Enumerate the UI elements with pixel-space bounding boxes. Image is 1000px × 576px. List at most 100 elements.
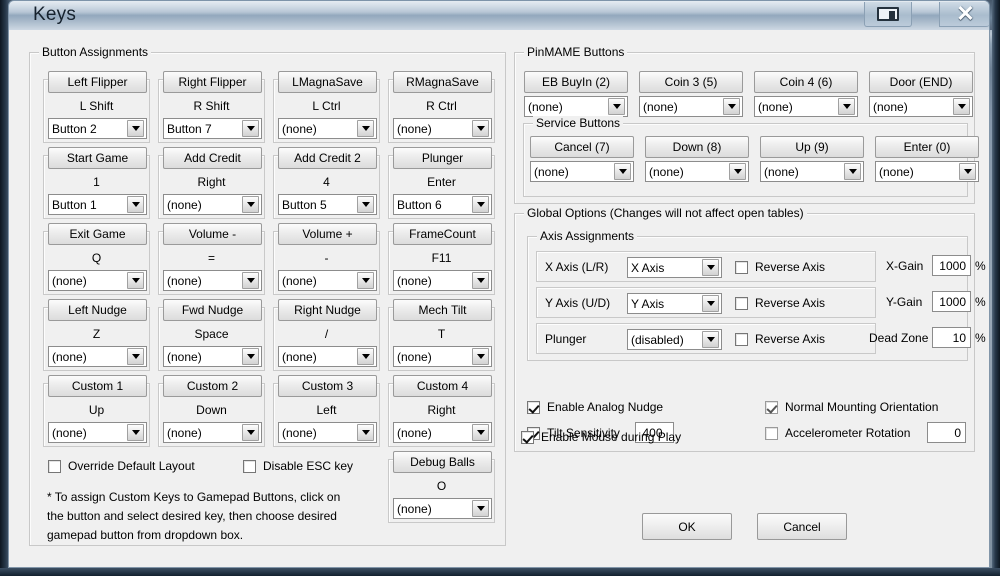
chevron-down-icon[interactable] [472, 348, 489, 365]
chevron-down-icon[interactable] [357, 348, 374, 365]
checkbox-box[interactable] [521, 430, 534, 444]
pinmame-assign-button[interactable]: EB BuyIn (2) [524, 71, 628, 93]
gamepad-binding-select[interactable]: (none) [163, 270, 262, 291]
assign-button[interactable]: Right Flipper [163, 71, 262, 93]
service-assign-button[interactable]: Down (8) [645, 136, 749, 158]
gamepad-binding-select[interactable]: (none) [48, 422, 147, 443]
gamepad-binding-select[interactable]: Button 7 [163, 118, 262, 139]
assign-button[interactable]: Custom 4 [393, 375, 492, 397]
pinmame-assign-button[interactable]: Coin 3 (5) [639, 71, 743, 93]
chevron-down-icon[interactable] [729, 163, 746, 180]
reverse-axis-checkbox[interactable]: Reverse Axis [735, 332, 825, 346]
assign-button[interactable]: Mech Tilt [393, 299, 492, 321]
pinmame-assign-button[interactable]: Door (END) [869, 71, 973, 93]
chevron-down-icon[interactable] [472, 120, 489, 137]
service-assign-button[interactable]: Up (9) [760, 136, 864, 158]
close-window-button[interactable]: ✕ [939, 2, 989, 27]
assign-button[interactable]: RMagnaSave [393, 71, 492, 93]
chevron-down-icon[interactable] [953, 98, 970, 115]
chevron-down-icon[interactable] [127, 120, 144, 137]
assign-button[interactable]: Volume - [163, 223, 262, 245]
dialog-titlebar[interactable]: Keys ✕ [8, 0, 990, 30]
gamepad-binding-select[interactable]: (none) [48, 270, 147, 291]
gamepad-binding-select[interactable]: (none) [163, 422, 262, 443]
chevron-down-icon[interactable] [242, 424, 259, 441]
chevron-down-icon[interactable] [242, 272, 259, 289]
chevron-down-icon[interactable] [357, 272, 374, 289]
checkbox-box[interactable] [243, 459, 256, 473]
assign-button[interactable]: Custom 2 [163, 375, 262, 397]
pinmame-assign-button[interactable]: Coin 4 (6) [754, 71, 858, 93]
service-binding-select[interactable]: (none) [875, 161, 979, 182]
axis-source-select[interactable]: (disabled) [627, 329, 722, 350]
assign-button[interactable]: Custom 3 [278, 375, 377, 397]
chevron-down-icon[interactable] [472, 500, 489, 517]
gamepad-binding-select[interactable]: (none) [48, 346, 147, 367]
gamepad-binding-select[interactable]: Button 6 [393, 194, 492, 215]
disable-esc-key-checkbox[interactable]: Disable ESC key [243, 459, 353, 473]
chevron-down-icon[interactable] [472, 272, 489, 289]
chevron-down-icon[interactable] [357, 196, 374, 213]
chevron-down-icon[interactable] [844, 163, 861, 180]
gamepad-binding-select[interactable]: Button 5 [278, 194, 377, 215]
override-default-layout-checkbox[interactable]: Override Default Layout [48, 459, 195, 473]
chevron-down-icon[interactable] [242, 196, 259, 213]
checkbox-box[interactable] [735, 260, 748, 274]
gamepad-binding-select[interactable]: (none) [278, 270, 377, 291]
assign-button[interactable]: FrameCount [393, 223, 492, 245]
accelerometer-rotation-checkbox[interactable]: Accelerometer Rotation [765, 426, 910, 440]
debug-balls-button[interactable]: Debug Balls [393, 451, 492, 473]
chevron-down-icon[interactable] [357, 424, 374, 441]
axis-source-select[interactable]: Y Axis [627, 293, 722, 314]
gamepad-binding-select[interactable]: Button 1 [48, 194, 147, 215]
pinmame-binding-select[interactable]: (none) [639, 96, 743, 117]
assign-button[interactable]: Right Nudge [278, 299, 377, 321]
chevron-down-icon[interactable] [127, 348, 144, 365]
checkbox-box[interactable] [765, 426, 778, 440]
gamepad-binding-select[interactable]: (none) [393, 270, 492, 291]
axis-source-select[interactable]: X Axis [627, 257, 722, 278]
chevron-down-icon[interactable] [242, 120, 259, 137]
service-binding-select[interactable]: (none) [645, 161, 749, 182]
assign-button[interactable]: LMagnaSave [278, 71, 377, 93]
assign-button[interactable]: Fwd Nudge [163, 299, 262, 321]
axis-gain-input[interactable]: 1000 [932, 255, 971, 276]
pinmame-binding-select[interactable]: (none) [869, 96, 973, 117]
assign-button[interactable]: Add Credit [163, 147, 262, 169]
restore-window-button[interactable] [864, 2, 912, 27]
gamepad-binding-select[interactable]: (none) [278, 118, 377, 139]
assign-button[interactable]: Custom 1 [48, 375, 147, 397]
gamepad-binding-select[interactable]: (none) [393, 118, 492, 139]
chevron-down-icon[interactable] [472, 196, 489, 213]
assign-button[interactable]: Volume + [278, 223, 377, 245]
gamepad-binding-select[interactable]: (none) [393, 346, 492, 367]
service-assign-button[interactable]: Enter (0) [875, 136, 979, 158]
gamepad-binding-select[interactable]: (none) [163, 194, 262, 215]
chevron-down-icon[interactable] [838, 98, 855, 115]
enable-analog-nudge-checkbox[interactable]: Enable Analog Nudge [527, 400, 663, 414]
accelerometer-rotation-input[interactable]: 0 [927, 422, 966, 443]
normal-mounting-orientation-checkbox[interactable]: Normal Mounting Orientation [765, 400, 938, 414]
chevron-down-icon[interactable] [959, 163, 976, 180]
pinmame-binding-select[interactable]: (none) [754, 96, 858, 117]
gamepad-binding-select[interactable]: (none) [278, 346, 377, 367]
enable-mouse-during-play-checkbox[interactable]: Enable Mouse during Play [521, 430, 681, 444]
service-binding-select[interactable]: (none) [530, 161, 634, 182]
assign-button[interactable]: Left Flipper [48, 71, 147, 93]
chevron-down-icon[interactable] [127, 196, 144, 213]
chevron-down-icon[interactable] [723, 98, 740, 115]
gamepad-binding-select[interactable]: (none) [278, 422, 377, 443]
chevron-down-icon[interactable] [357, 120, 374, 137]
checkbox-box[interactable] [527, 400, 540, 414]
chevron-down-icon[interactable] [472, 424, 489, 441]
ok-button[interactable]: OK [642, 513, 732, 540]
service-binding-select[interactable]: (none) [760, 161, 864, 182]
chevron-down-icon[interactable] [702, 295, 719, 312]
debug-balls-binding-select[interactable]: (none) [393, 498, 492, 519]
chevron-down-icon[interactable] [242, 348, 259, 365]
assign-button[interactable]: Left Nudge [48, 299, 147, 321]
dead-zone-input[interactable]: 10 [932, 327, 971, 348]
gamepad-binding-select[interactable]: (none) [393, 422, 492, 443]
checkbox-box[interactable] [765, 400, 778, 414]
assign-button[interactable]: Plunger [393, 147, 492, 169]
